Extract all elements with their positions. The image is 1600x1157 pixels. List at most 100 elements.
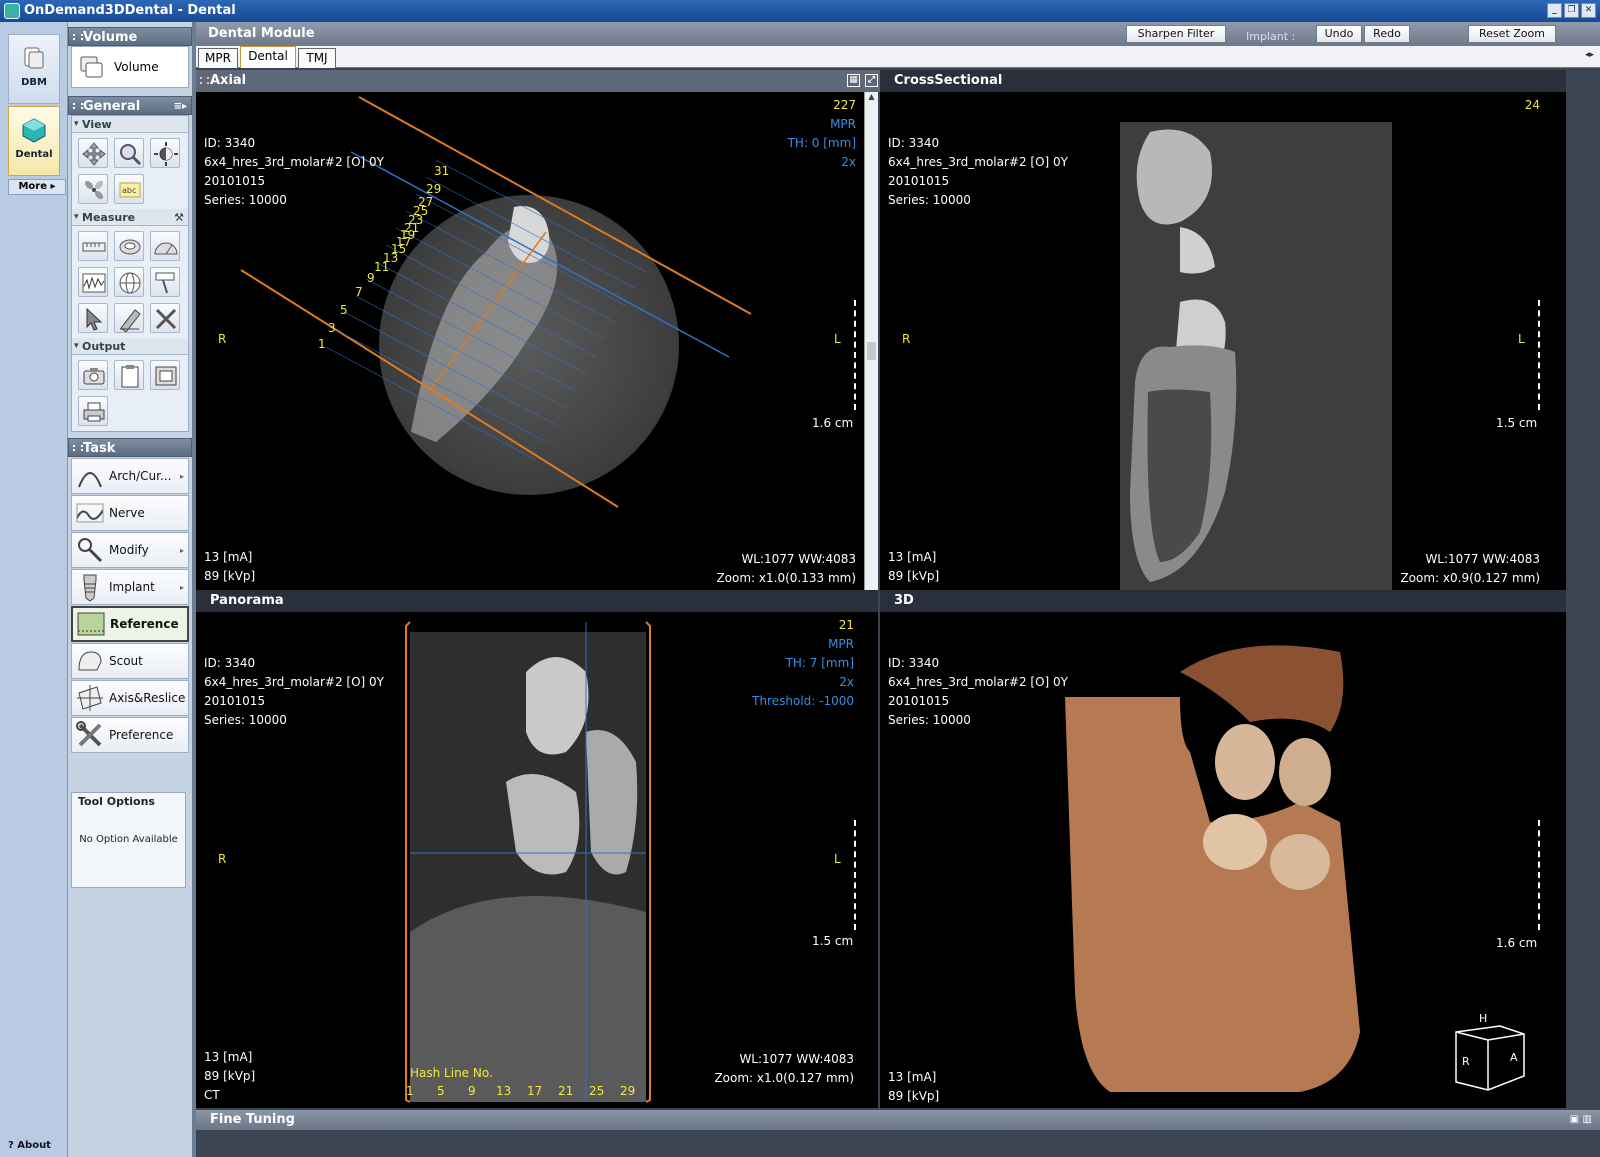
redo-button[interactable]: Redo	[1364, 25, 1410, 43]
info-line: 6x4_hres_3rd_molar#2 [O] 0Y	[888, 155, 1068, 169]
delete-tool[interactable]	[150, 303, 180, 333]
task-axis-reslice[interactable]: Axis&Reslice	[71, 680, 189, 716]
about-button[interactable]: ? About	[8, 1140, 51, 1151]
panorama-viewport[interactable]: ID: 3340 6x4_hres_3rd_molar#2 [O] 0Y 201…	[196, 612, 878, 1108]
info-line: 13 [mA]	[888, 550, 937, 564]
task-reference[interactable]: Reference	[71, 606, 189, 642]
volume-header[interactable]: Volume	[68, 27, 192, 46]
info-line: 20101015	[204, 174, 266, 188]
erase-tool[interactable]	[114, 303, 144, 333]
info-line: 6x4_hres_3rd_molar#2 [O] 0Y	[204, 155, 384, 169]
undo-button[interactable]: Undo	[1316, 25, 1362, 43]
brightness-icon	[154, 142, 178, 166]
measure-tools-icon[interactable]: ⚒	[174, 209, 184, 226]
task-label: Axis&Reslice	[109, 691, 186, 705]
orientation-cube-icon[interactable]	[1448, 1012, 1532, 1096]
thickness: TH: 0 [mm]	[787, 136, 856, 150]
pan-tool[interactable]	[78, 138, 108, 168]
dental-button[interactable]: Dental	[8, 106, 60, 176]
minimize-button[interactable]: _	[1547, 3, 1562, 18]
axial-viewport[interactable]: 1 3 5 7 9 11 13 15 17 19 21 23 25 27 29 …	[196, 92, 864, 610]
measure-subheader[interactable]: Measure ⚒	[72, 209, 188, 226]
profile-tool[interactable]	[78, 267, 108, 297]
output-subheader[interactable]: Output	[72, 338, 188, 355]
info-line: ID: 3340	[204, 656, 256, 670]
sharpen-filter-button[interactable]: Sharpen Filter	[1126, 25, 1226, 43]
move-arrows-icon	[82, 142, 106, 166]
window-title: OnDemand3DDental - Dental	[24, 3, 236, 18]
svg-text:abc: abc	[122, 186, 136, 195]
task-modify[interactable]: Modify ▸	[71, 532, 189, 568]
reset-zoom-button[interactable]: Reset Zoom	[1468, 25, 1556, 43]
cross-viewport[interactable]: ID: 3340 6x4_hres_3rd_molar#2 [O] 0Y 201…	[880, 92, 1566, 610]
hash-line-label: Hash Line No.	[410, 1066, 493, 1080]
hash-number: 29	[426, 182, 442, 196]
tool-options-box: Tool Options No Option Available	[71, 792, 186, 888]
panel-dock-icon[interactable]: ▣ ▥	[1570, 1110, 1592, 1130]
modify-wrench-icon	[78, 538, 103, 563]
task-arch-curve[interactable]: Arch/Cur... ▸	[71, 458, 189, 494]
more-button[interactable]: More ▸	[8, 179, 66, 195]
cube-label-right: A	[1510, 1051, 1518, 1064]
magnification: 2x	[841, 155, 856, 169]
window-level: WL:1077 WW:4083	[741, 552, 856, 566]
annotation-tool[interactable]: abc	[114, 174, 144, 204]
panel-menu-icon[interactable]: ≡▸	[174, 97, 187, 116]
close-button[interactable]: ✕	[1581, 3, 1596, 18]
maximize-view-icon[interactable]: ⤢	[865, 74, 878, 87]
volume-item[interactable]: Volume	[71, 46, 189, 88]
grid-layout-icon[interactable]: ▦	[847, 74, 860, 87]
view-subheader[interactable]: View	[72, 116, 188, 133]
rotate-tool[interactable]	[78, 174, 108, 204]
globe-grid-icon	[119, 272, 141, 294]
tab-tmj[interactable]: TMJ	[298, 48, 336, 68]
volume-item-label: Volume	[114, 60, 159, 74]
3d-viewport[interactable]: ID: 3340 6x4_hres_3rd_molar#2 [O] 0Y 201…	[880, 612, 1566, 1108]
window-level-tool[interactable]	[150, 138, 180, 168]
export-tool[interactable]	[150, 360, 180, 390]
tab-mpr[interactable]: MPR	[198, 48, 238, 68]
dbm-button[interactable]: DBM	[8, 34, 60, 104]
general-header[interactable]: General ≡▸	[68, 96, 192, 115]
task-header[interactable]: Task	[68, 438, 192, 457]
task-implant[interactable]: Implant ▸	[71, 569, 189, 605]
panorama-patient-info: ID: 3340 6x4_hres_3rd_molar#2 [O] 0Y 201…	[204, 654, 384, 730]
fine-tuning-label: Fine Tuning	[210, 1112, 295, 1127]
angle-tool[interactable]	[150, 231, 180, 261]
fan-icon	[84, 180, 104, 200]
axial-title: Axial	[210, 73, 247, 88]
eraser-pen-icon	[120, 309, 141, 332]
dental-label: Dental	[15, 149, 53, 160]
axial-scrollbar[interactable]: ▲ ▼	[864, 92, 878, 610]
area-tool[interactable]	[114, 267, 144, 297]
task-preference[interactable]: Preference	[71, 717, 189, 753]
tab-dental[interactable]: Dental	[240, 46, 296, 68]
scroll-up-icon[interactable]: ▲	[865, 92, 878, 106]
slice-number: 21	[838, 618, 854, 632]
scale-ruler	[1530, 300, 1540, 410]
hash-number: 31	[434, 164, 450, 178]
info-line: 13 [mA]	[888, 1070, 937, 1084]
zoom-level: Zoom: x0.9(0.127 mm)	[1400, 571, 1540, 585]
tape-tool[interactable]	[114, 231, 144, 261]
scroll-thumb[interactable]	[867, 342, 876, 360]
capture-tool[interactable]	[78, 360, 108, 390]
volume-header-label: Volume	[83, 30, 138, 45]
layout-toggle-icon[interactable]: ◂▸	[1585, 50, 1594, 60]
cube-label-left: R	[1462, 1055, 1470, 1068]
zoom-tool[interactable]	[114, 138, 144, 168]
render-mode: MPR	[828, 637, 854, 651]
task-scout[interactable]: Scout	[71, 643, 189, 679]
print-tool[interactable]	[78, 396, 108, 426]
window-titlebar: OnDemand3DDental - Dental _ ❐ ✕	[0, 0, 1600, 22]
orientation-right: L	[834, 852, 841, 866]
info-line: 89 [kVp]	[888, 569, 940, 583]
fine-tuning-bar[interactable]: Fine Tuning ▣ ▥	[196, 1110, 1600, 1130]
select-tool[interactable]	[78, 303, 108, 333]
pointer-note-icon	[155, 272, 175, 294]
clipboard-tool[interactable]	[114, 360, 144, 390]
task-nerve[interactable]: Nerve	[71, 495, 189, 531]
ruler-tool[interactable]	[78, 231, 108, 261]
arrow-note-tool[interactable]	[150, 267, 180, 297]
restore-button[interactable]: ❐	[1564, 3, 1579, 18]
